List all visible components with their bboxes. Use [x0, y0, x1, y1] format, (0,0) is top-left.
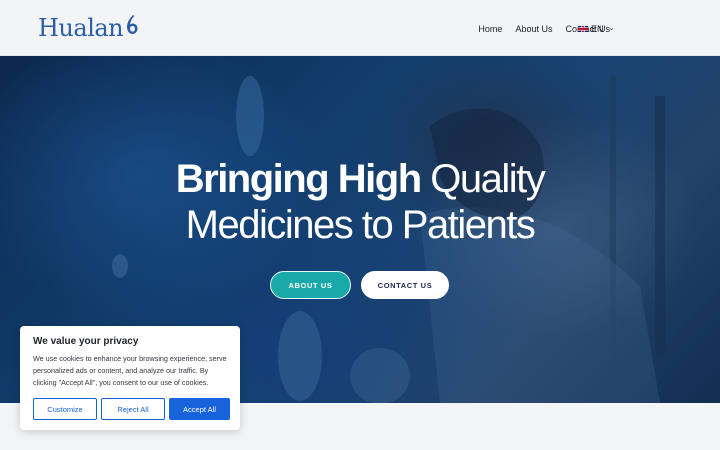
page: Hualan Home About Us Contact Us EN ⌄	[0, 0, 720, 450]
language-label: EN	[591, 24, 604, 34]
cookie-title: We value your privacy	[33, 336, 139, 347]
about-us-button[interactable]: ABOUT US	[270, 271, 351, 299]
language-selector[interactable]: EN ⌄	[578, 22, 614, 36]
contact-us-button[interactable]: CONTACT US	[361, 271, 449, 299]
chevron-down-icon: ⌄	[608, 25, 615, 32]
logo[interactable]: Hualan	[38, 12, 140, 44]
nav-home[interactable]: Home	[478, 22, 502, 36]
reject-all-button[interactable]: Reject All	[101, 398, 165, 420]
cookie-text: We use cookies to enhance your browsing …	[33, 354, 227, 387]
hero-title: Bringing High Quality Medicines to Patie…	[0, 156, 720, 248]
nav-about-us[interactable]: About Us	[515, 22, 552, 36]
logo-text: Hualan	[38, 14, 124, 42]
cookie-consent-banner: We value your privacy We use cookies to …	[20, 326, 240, 430]
hero-title-bold: Bringing High	[175, 157, 422, 201]
logo-mark-icon	[127, 15, 138, 34]
customize-button[interactable]: Customize	[33, 398, 97, 420]
site-header: Hualan Home About Us Contact Us EN ⌄	[0, 0, 720, 56]
hero-title-light-1: Quality	[430, 157, 546, 201]
uk-flag-icon	[578, 26, 588, 32]
accept-all-button[interactable]: Accept All	[169, 398, 230, 420]
hero-title-light-2: Medicines to Patients	[185, 203, 536, 247]
